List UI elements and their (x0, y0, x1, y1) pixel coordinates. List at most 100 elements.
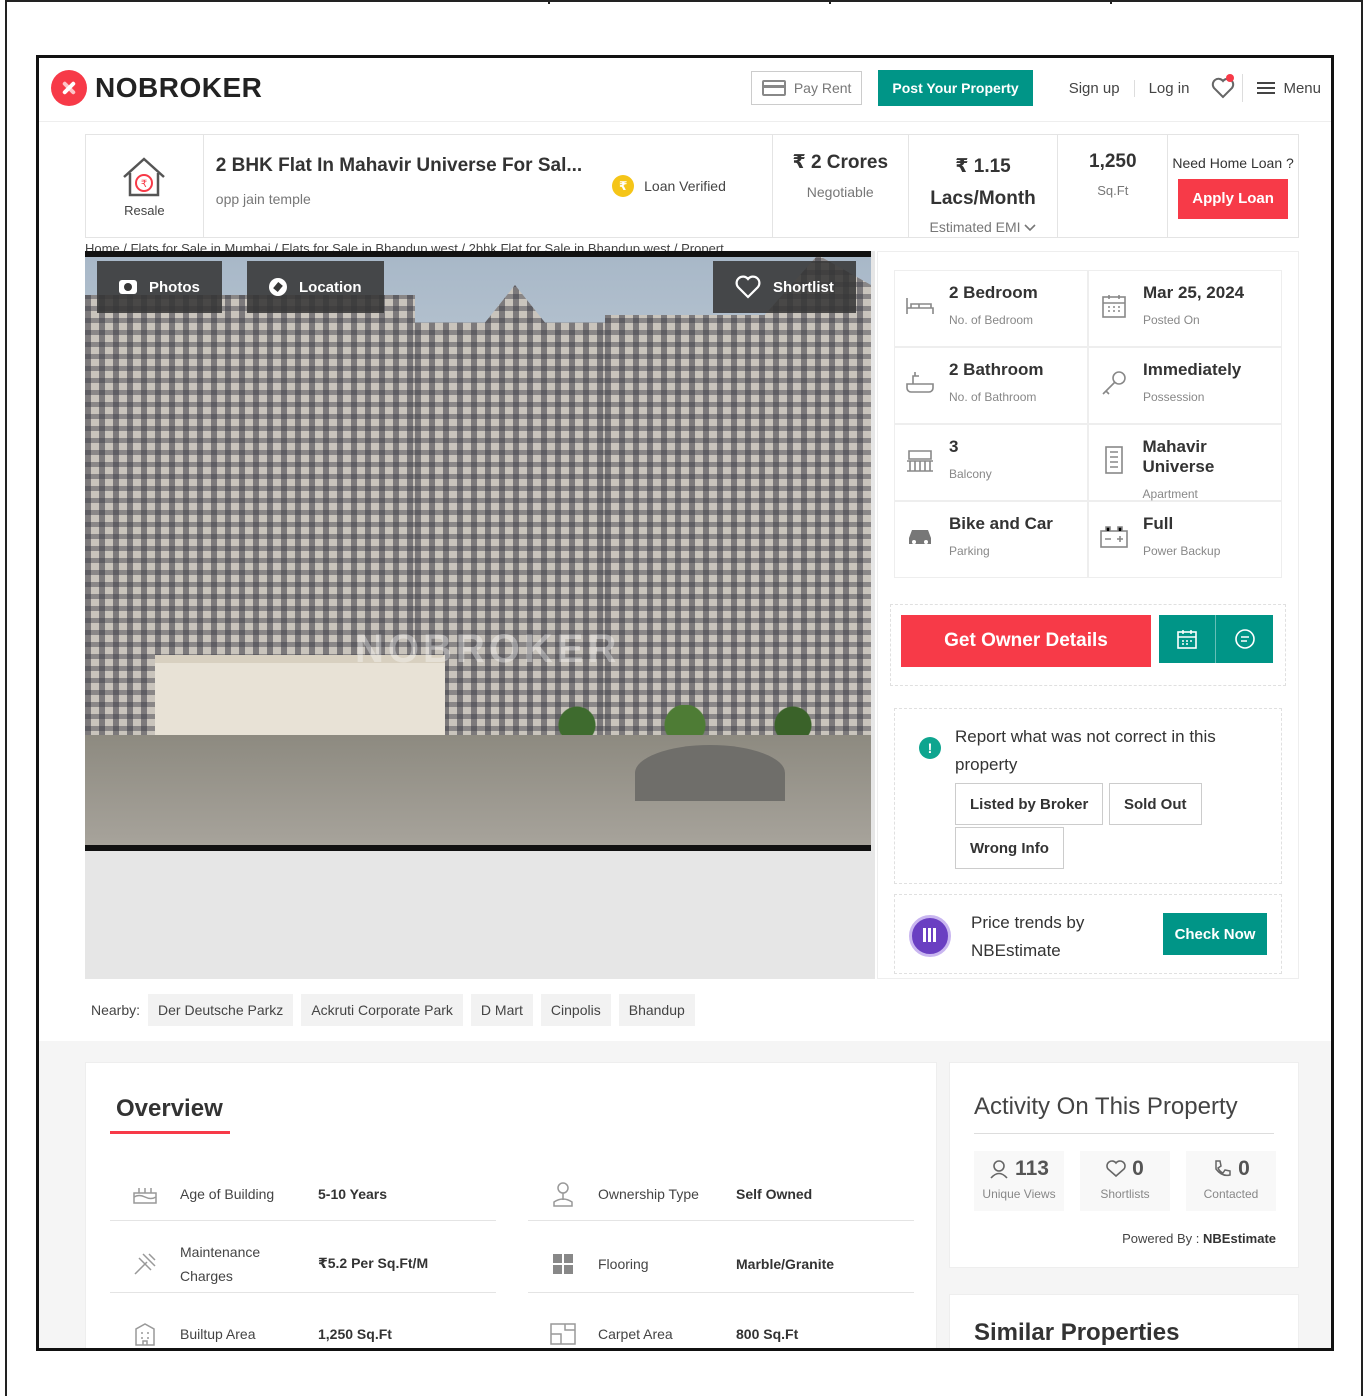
detail-value: Full (1143, 514, 1174, 533)
detail-power-backup: Full Power Backup (1088, 501, 1282, 578)
car-icon (909, 530, 931, 544)
photos-button[interactable]: Photos (97, 261, 222, 313)
calendar-icon (1102, 295, 1126, 318)
house-rupee-icon: ₹ (123, 156, 166, 196)
bed-icon (906, 298, 934, 314)
similar-properties-title: Similar Properties (974, 1319, 1180, 1346)
location-button[interactable]: Location (247, 261, 384, 313)
overview-value: 800 Sq.Ft (736, 1325, 799, 1342)
detail-label: Balcony (949, 467, 992, 481)
detail-possession: Immediately Possession (1088, 347, 1282, 424)
report-text: Report what was not correct in this prop… (955, 727, 1216, 774)
detail-label: No. of Bedroom (949, 313, 1034, 327)
nearby-chip[interactable]: D Mart (470, 994, 533, 1026)
overview-value: 1,250 Sq.Ft (318, 1325, 392, 1342)
chat-button[interactable] (1216, 615, 1273, 663)
emi-value: ₹ 1.15 Lacs/Month (930, 156, 1036, 209)
watermark: NOBROKER (355, 627, 621, 671)
views-count: 113 (1015, 1157, 1049, 1180)
menu-button[interactable]: Menu (1257, 80, 1321, 97)
report-box: ! Report what was not correct in this pr… (894, 708, 1282, 884)
powered-by: Powered By : NBEstimate (1122, 1231, 1276, 1246)
post-property-button[interactable]: Post Your Property (878, 70, 1033, 106)
detail-value: 2 Bedroom (949, 283, 1038, 302)
log-in-link[interactable]: Log in (1135, 80, 1204, 97)
nearby-bar: Nearby: Der Deutsche Parkz Ackruti Corpo… (85, 988, 875, 1032)
detail-posted-on: Mar 25, 2024 Posted On (1088, 270, 1282, 347)
check-now-button[interactable]: Check Now (1163, 913, 1267, 955)
sold-out-button[interactable]: Sold Out (1109, 783, 1202, 825)
loan-verified-badge: ₹ Loan Verified (612, 175, 726, 197)
overview-row: Flooring Marble/Granite (528, 1235, 914, 1293)
unique-views-stat: 113 Unique Views (974, 1151, 1064, 1211)
detail-value: 3 (949, 437, 959, 456)
similar-properties-card: Similar Properties (949, 1294, 1299, 1348)
owner-actions: Get Owner Details (890, 604, 1286, 686)
overview-key: Maintenance Charges (180, 1243, 261, 1284)
nearby-chip[interactable]: Bhandup (618, 994, 695, 1026)
owner-icon (553, 1181, 573, 1207)
detail-label: Possession (1143, 390, 1205, 404)
emi-label: Estimated EMI (909, 219, 1058, 235)
site-header: NOBROKER Pay Rent Post Your Property Sig… (39, 58, 1331, 122)
tick (829, 0, 831, 4)
overview-row: Maintenance Charges ₹5.2 Per Sq.Ft/M (110, 1235, 496, 1293)
price-block: ₹ 2 Crores Negotiable (773, 135, 909, 237)
overview-value: ₹5.2 Per Sq.Ft/M (318, 1255, 429, 1271)
detail-label: Posted On (1143, 313, 1200, 327)
pay-rent-button[interactable]: Pay Rent (750, 71, 863, 105)
tower-center (415, 285, 615, 755)
overview-key: Builtup Area (180, 1325, 256, 1342)
schedule-chat-group (1159, 615, 1273, 663)
resale-label: Resale (124, 202, 165, 218)
wishlist-button[interactable] (1203, 74, 1244, 102)
browser-frame: NOBROKER Pay Rent Post Your Property Sig… (36, 55, 1334, 1351)
area-block: 1,250 Sq.Ft (1058, 135, 1169, 237)
nearby-chip[interactable]: Cinpolis (540, 994, 611, 1026)
compass-icon (269, 278, 287, 296)
logo-icon (51, 70, 87, 106)
loan-verified-label: Loan Verified (644, 178, 726, 194)
area-value: 1,250 (1089, 151, 1137, 172)
chart-icon (909, 915, 951, 957)
shortlist-label: Shortlist (773, 278, 834, 296)
detail-value: Immediately (1143, 360, 1242, 379)
tools-icon (134, 1252, 156, 1275)
emi-block[interactable]: ₹ 1.15 Lacs/Month Estimated EMI (909, 135, 1059, 237)
detail-apartment: Mahavir Universe Apartment (1088, 424, 1282, 501)
overview-card: Overview Age of Building 5-10 Years Owne… (85, 1062, 937, 1348)
detail-value: Mar 25, 2024 (1143, 283, 1245, 302)
nearby-chip[interactable]: Der Deutsche Parkz (148, 994, 294, 1026)
overview-key: Ownership Type (598, 1185, 699, 1202)
phone-icon (1215, 1160, 1231, 1177)
contacted-stat: 0 Contacted (1186, 1151, 1276, 1211)
building-icon (135, 1322, 155, 1346)
heart-icon (735, 275, 761, 299)
property-title-block: 2 BHK Flat In Mahavir Universe For Sal..… (204, 135, 773, 237)
apply-loan-button[interactable]: Apply Loan (1178, 179, 1289, 219)
resale-badge: ₹ Resale (86, 135, 204, 237)
detail-value: 2 Bathroom (949, 360, 1044, 379)
sign-up-link[interactable]: Sign up (1055, 79, 1135, 97)
tower-right (605, 257, 871, 755)
shortlists-stat: 0 Shortlists (1080, 1151, 1170, 1211)
nearby-chip[interactable]: Ackruti Corporate Park (301, 994, 463, 1026)
user-icon (990, 1160, 1008, 1179)
listed-by-broker-button[interactable]: Listed by Broker (955, 783, 1104, 825)
tick (548, 0, 550, 4)
shortlists-label: Shortlists (1100, 1187, 1150, 1201)
detail-bedroom: 2 Bedroom No. of Bedroom (894, 270, 1088, 347)
logo[interactable]: NOBROKER (51, 70, 262, 106)
shortlist-button[interactable]: Shortlist (713, 261, 856, 313)
property-photo[interactable]: NOBROKER (85, 251, 871, 851)
wrong-info-button[interactable]: Wrong Info (955, 827, 1064, 869)
overview-row: Ownership Type Self Owned (528, 1167, 914, 1221)
detail-value: Mahavir Universe (1142, 437, 1215, 476)
heart-icon (1106, 1160, 1126, 1178)
chat-icon (1234, 629, 1255, 649)
schedule-visit-button[interactable] (1159, 615, 1216, 663)
price-trends-box: Price trends by NBEstimate Check Now (894, 894, 1282, 974)
contacted-count: 0 (1238, 1157, 1250, 1180)
get-owner-details-button[interactable]: Get Owner Details (901, 615, 1151, 667)
chevron-down-icon (1024, 224, 1037, 232)
